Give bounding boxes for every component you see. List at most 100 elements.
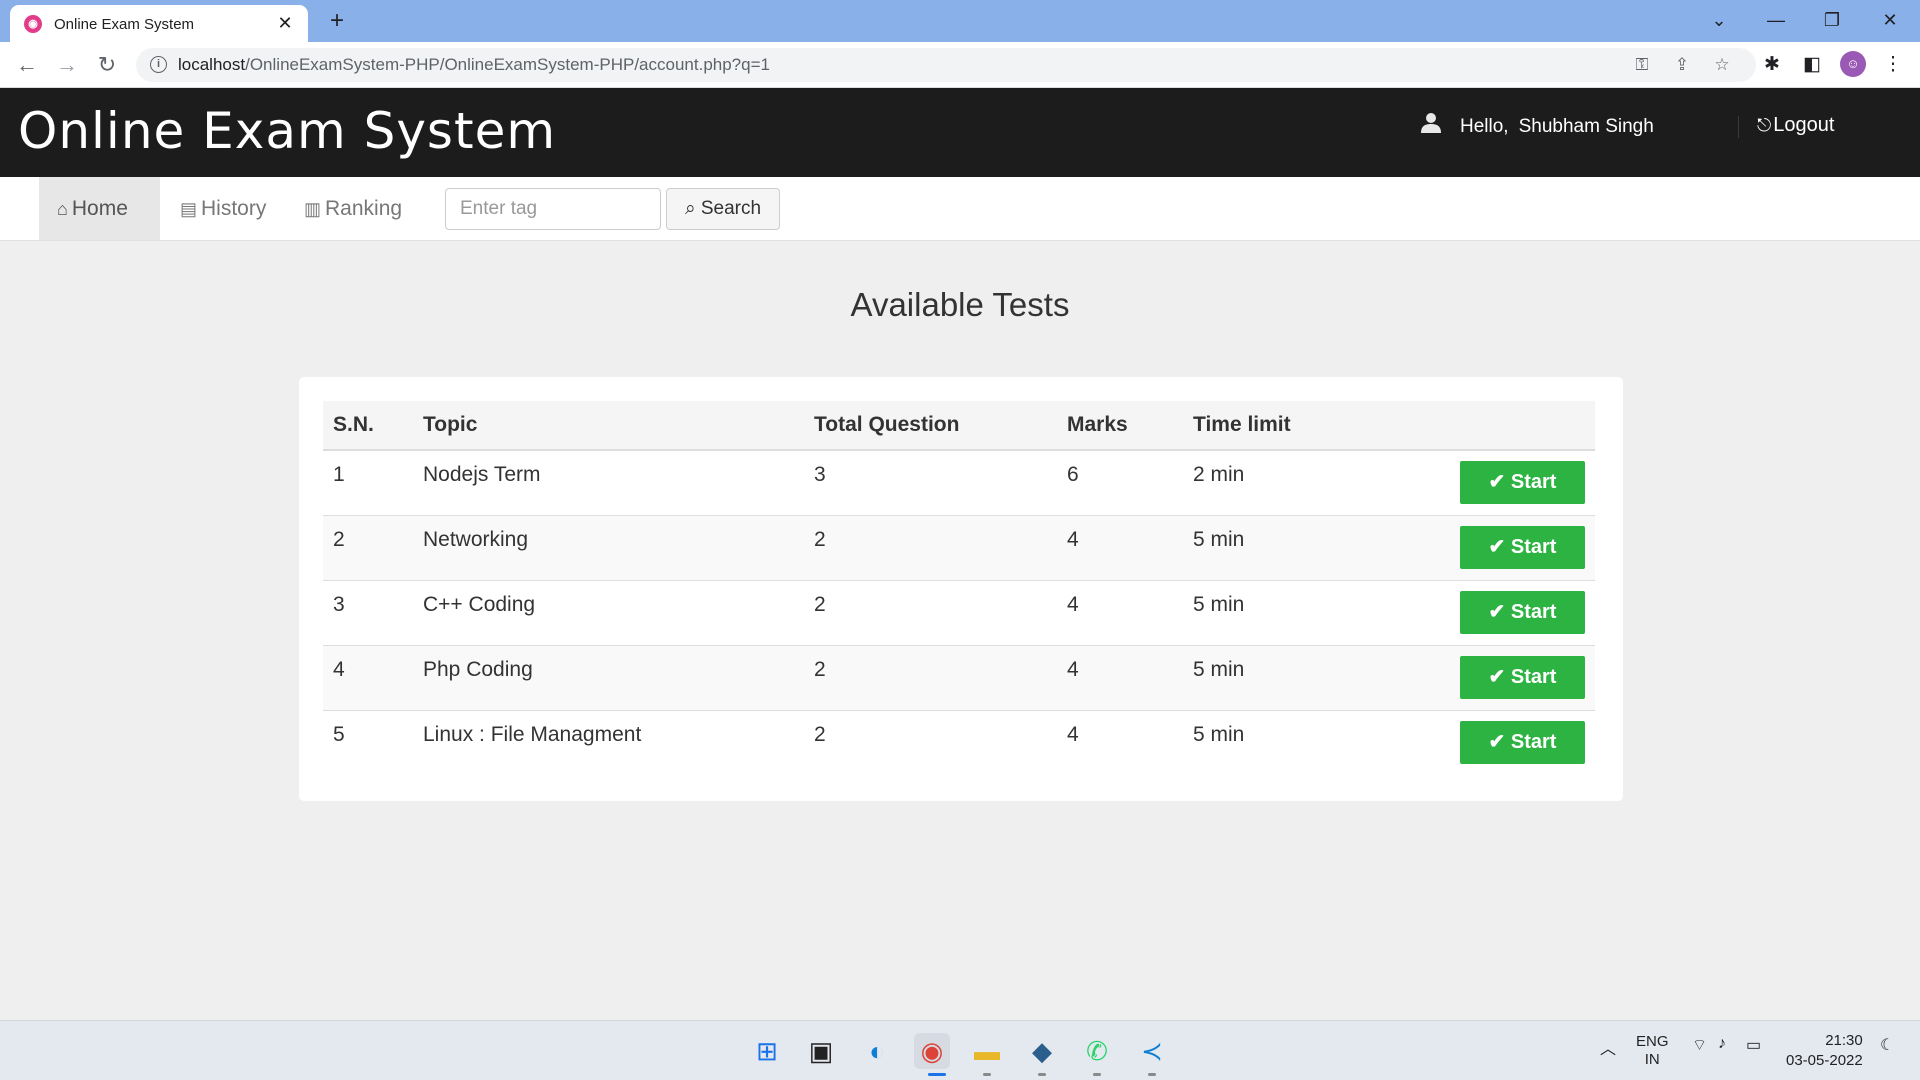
logout-label: Logout bbox=[1773, 114, 1835, 136]
notifications-moon-icon[interactable]: ☾ bbox=[1880, 1035, 1894, 1055]
check-icon: ✔ bbox=[1488, 535, 1506, 558]
table-row: 1 Nodejs Term 3 6 2 min ✔ Start bbox=[323, 450, 1595, 515]
cell-topic: Nodejs Term bbox=[423, 463, 541, 486]
language-indicator[interactable]: ENG IN bbox=[1636, 1033, 1669, 1069]
vscode-icon[interactable]: ≺ bbox=[1134, 1033, 1170, 1069]
chrome-active-indicator bbox=[928, 1073, 946, 1076]
check-icon: ✔ bbox=[1488, 600, 1506, 623]
table-row: 4 Php Coding 2 4 5 min ✔ Start bbox=[323, 645, 1595, 710]
site-header: Online Exam System Hello, Shubham Singh ⎋… bbox=[0, 88, 1920, 177]
search-button-label: Search bbox=[700, 198, 762, 219]
tests-table: S.N. Topic Total Question Marks Time lim… bbox=[323, 401, 1595, 775]
system-clock[interactable]: 21:30 03-05-2022 bbox=[1786, 1031, 1863, 1071]
search-button[interactable]: ⌕ Search bbox=[666, 188, 780, 230]
forward-arrow-icon[interactable]: → bbox=[52, 50, 82, 80]
site-info-icon[interactable]: i bbox=[150, 56, 167, 73]
user-icon bbox=[1421, 113, 1441, 133]
back-arrow-icon[interactable]: ← bbox=[12, 50, 42, 80]
start-button[interactable]: ✔ Start bbox=[1460, 720, 1585, 764]
start-label: Start bbox=[1510, 535, 1557, 558]
col-total-question: Total Question bbox=[814, 413, 960, 436]
tray-chevron-up-icon[interactable]: ︿ bbox=[1600, 1035, 1616, 1059]
tab-search-chevron-icon[interactable]: ⌄ bbox=[1699, 6, 1739, 34]
side-panel-icon[interactable]: ◧ bbox=[1799, 52, 1825, 78]
clock-time: 21:30 bbox=[1825, 1032, 1863, 1049]
site-favicon-icon: ◉ bbox=[24, 15, 42, 33]
minimize-button[interactable]: — bbox=[1756, 6, 1796, 34]
nav-home[interactable]: ⌂ Home bbox=[39, 177, 160, 240]
nav-ranking[interactable]: ▥ Ranking bbox=[286, 177, 420, 240]
site-logo[interactable]: Online Exam System bbox=[18, 102, 556, 160]
lang-line2: IN bbox=[1644, 1051, 1660, 1068]
cell-time: 5 min bbox=[1193, 592, 1245, 616]
chrome-browser-icon[interactable]: ◉ bbox=[914, 1033, 950, 1069]
col-sn: S.N. bbox=[333, 413, 374, 436]
file-explorer-icon[interactable]: ▬ bbox=[969, 1033, 1005, 1069]
cell-marks: 4 bbox=[1067, 722, 1079, 746]
table-row: 5 Linux : File Managment 2 4 5 min ✔ Sta… bbox=[323, 710, 1595, 775]
cell-marks: 4 bbox=[1067, 657, 1079, 681]
start-button[interactable]: ✔ Start bbox=[1460, 461, 1585, 504]
profile-avatar[interactable]: ☺ bbox=[1840, 51, 1866, 77]
col-topic: Topic bbox=[423, 413, 478, 436]
start-label: Start bbox=[1510, 730, 1557, 753]
browser-toolbar: ← → ↻ i localhost/OnlineExamSystem-PHP/O… bbox=[0, 42, 1920, 88]
restore-button[interactable]: ❐ bbox=[1812, 6, 1852, 34]
os-taskbar: ⊞ ▣ ◐ ◉ ▬ ◆ ✆ ≺ ︿ ENG IN ⌔ ♪ ▭ 21:30 03-… bbox=[0, 1020, 1920, 1080]
cell-action: ✔ Start bbox=[1442, 450, 1595, 515]
cell-topic: Networking bbox=[423, 527, 529, 551]
reload-icon[interactable]: ↻ bbox=[92, 50, 122, 80]
page-title: Available Tests bbox=[850, 286, 1070, 323]
new-tab-button[interactable]: + bbox=[324, 8, 350, 34]
wifi-icon[interactable]: ⌔ bbox=[1692, 1035, 1707, 1055]
tag-search-input[interactable] bbox=[445, 188, 661, 230]
cell-topic: C++ Coding bbox=[423, 592, 536, 616]
start-button[interactable]: ✔ Start bbox=[1460, 655, 1585, 699]
lang-line1: ENG bbox=[1636, 1033, 1669, 1050]
volume-icon[interactable]: ♪ bbox=[1718, 1035, 1726, 1053]
tab-close-icon[interactable]: ✕ bbox=[274, 12, 296, 34]
col-marks: Marks bbox=[1067, 413, 1128, 436]
header-divider bbox=[1738, 116, 1739, 138]
extensions-puzzle-icon[interactable]: ✱ bbox=[1759, 52, 1785, 78]
windows-start-icon[interactable]: ⊞ bbox=[749, 1033, 785, 1069]
cell-marks: 6 bbox=[1067, 463, 1079, 486]
cell-sn: 5 bbox=[333, 722, 345, 746]
check-icon: ✔ bbox=[1488, 665, 1506, 688]
browser-tabstrip: ◉ Online Exam System ✕ + ⌄ — ❐ ✕ bbox=[0, 0, 1920, 42]
logout-link[interactable]: ⎋ Logout bbox=[1757, 114, 1834, 137]
bookmark-star-icon[interactable]: ☆ bbox=[1710, 53, 1734, 77]
task-view-icon[interactable]: ▣ bbox=[803, 1033, 839, 1069]
list-icon: ▤ bbox=[180, 199, 198, 219]
cell-action: ✔ Start bbox=[1442, 580, 1595, 645]
url-text[interactable]: localhost/OnlineExamSystem-PHP/OnlineExa… bbox=[178, 55, 770, 75]
start-button[interactable]: ✔ Start bbox=[1460, 590, 1585, 634]
cell-time: 2 min bbox=[1193, 463, 1245, 486]
whatsapp-running-indicator bbox=[1093, 1073, 1101, 1076]
cell-total: 2 bbox=[814, 657, 826, 681]
check-icon: ✔ bbox=[1488, 471, 1506, 493]
key-icon[interactable]: ⚿ bbox=[1630, 53, 1654, 77]
cell-sn: 1 bbox=[333, 463, 345, 486]
col-action bbox=[1442, 401, 1595, 450]
battery-icon[interactable]: ▭ bbox=[1746, 1035, 1761, 1055]
whatsapp-icon[interactable]: ✆ bbox=[1079, 1033, 1115, 1069]
start-button[interactable]: ✔ Start bbox=[1460, 525, 1585, 569]
browser-menu-icon[interactable]: ⋮ bbox=[1880, 52, 1906, 78]
window-close-button[interactable]: ✕ bbox=[1870, 6, 1910, 34]
address-bar[interactable]: i localhost/OnlineExamSystem-PHP/OnlineE… bbox=[136, 48, 1756, 82]
greeting: Hello, Shubham Singh bbox=[1460, 116, 1654, 138]
nav-history[interactable]: ▤ History bbox=[162, 177, 284, 240]
cell-topic: Php Coding bbox=[423, 657, 533, 681]
browser-tab[interactable]: ◉ Online Exam System ✕ bbox=[10, 5, 308, 42]
edge-browser-icon[interactable]: ◐ bbox=[859, 1033, 895, 1069]
cell-total: 2 bbox=[814, 592, 826, 616]
cell-time: 5 min bbox=[1193, 657, 1245, 681]
cell-total: 2 bbox=[814, 722, 826, 746]
cell-total: 3 bbox=[814, 463, 826, 486]
share-icon[interactable]: ⇪ bbox=[1670, 53, 1694, 77]
home-icon: ⌂ bbox=[57, 199, 68, 219]
code-editor-icon[interactable]: ◆ bbox=[1024, 1033, 1060, 1069]
cell-marks: 4 bbox=[1067, 592, 1079, 616]
cell-time: 5 min bbox=[1193, 722, 1245, 746]
